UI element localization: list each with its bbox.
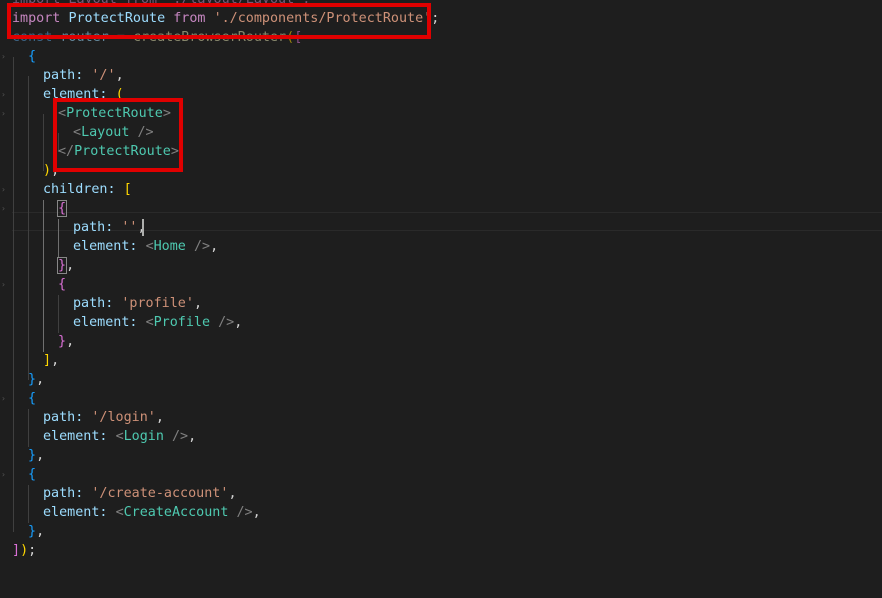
code-line: path: '/login', [43,410,164,425]
path-key: path: [43,410,84,425]
object-open-brace: { [28,391,37,406]
fold-marker[interactable]: › [1,53,6,61]
path-value: '/' [91,68,116,83]
path-key: path: [73,220,114,235]
home-tag: Home [153,239,186,254]
code-line: { [0,199,882,218]
element-key: element: [73,315,138,330]
object-close-brace: } [28,372,37,387]
fold-marker[interactable]: › [1,281,6,289]
object-open-brace: { [28,467,37,482]
semicolon: ; [431,11,440,26]
fold-marker[interactable]: › [1,471,6,479]
code-line: }, [28,448,45,463]
code-line: path: '/', [43,68,124,83]
child-path-value: 'profile' [121,296,194,311]
object-open-brace: { [28,49,37,64]
object-close-brace: } [28,448,37,463]
element-key: element: [43,429,108,444]
code-line: }, [58,334,75,349]
profile-tag: Profile [153,315,211,330]
highlight-box-import [7,3,431,39]
code-line: path: 'profile', [73,296,202,311]
code-line: { [0,47,882,66]
fold-marker[interactable]: › [1,395,6,403]
code-line: ]); [12,543,37,558]
element-close-paren: ) [43,163,52,178]
code-line: children: [ [0,180,882,199]
element-key: element: [73,239,138,254]
code-line: element: <CreateAccount />, [43,505,261,520]
element-key: element: [43,505,108,520]
code-editor[interactable]: import Layout from './layout/Layout'; im… [0,0,882,575]
child-close-brace: } [58,334,67,349]
code-line: ], [43,353,60,368]
highlight-box-protect-route [53,98,183,172]
code-line: { [0,389,882,408]
children-close-bracket: ] [43,353,52,368]
code-line: element: <Home />, [73,239,219,254]
fold-marker[interactable]: › [1,186,6,194]
child-path-value: '' [121,220,138,235]
fold-marker[interactable]: › [1,110,6,118]
object-close-brace: } [28,524,37,539]
path-key: path: [73,296,114,311]
code-line: { [0,465,882,484]
fold-marker[interactable]: › [1,91,6,99]
code-line: path: '/create-account', [43,486,237,501]
path-key: path: [43,486,84,501]
login-tag: Login [123,429,164,444]
code-line: element: <Login />, [43,429,197,444]
code-line: }, [28,372,45,387]
code-line: }, [58,258,75,273]
code-line-current: path: '', [0,218,882,237]
text-cursor [142,219,144,236]
code-line: element: <Profile />, [73,315,243,330]
login-path-value: '/login' [91,410,156,425]
code-line: }, [28,524,45,539]
child-open-brace: { [58,277,67,292]
path-key: path: [43,68,84,83]
children-open-bracket: [ [123,182,132,197]
bracket-match-box [57,200,67,217]
code-line: { [0,275,882,294]
fold-marker[interactable]: › [1,205,6,213]
create-account-tag: CreateAccount [123,505,229,520]
bracket-match-box [57,257,67,274]
children-key: children: [43,182,116,197]
create-path-value: '/create-account' [91,486,229,501]
